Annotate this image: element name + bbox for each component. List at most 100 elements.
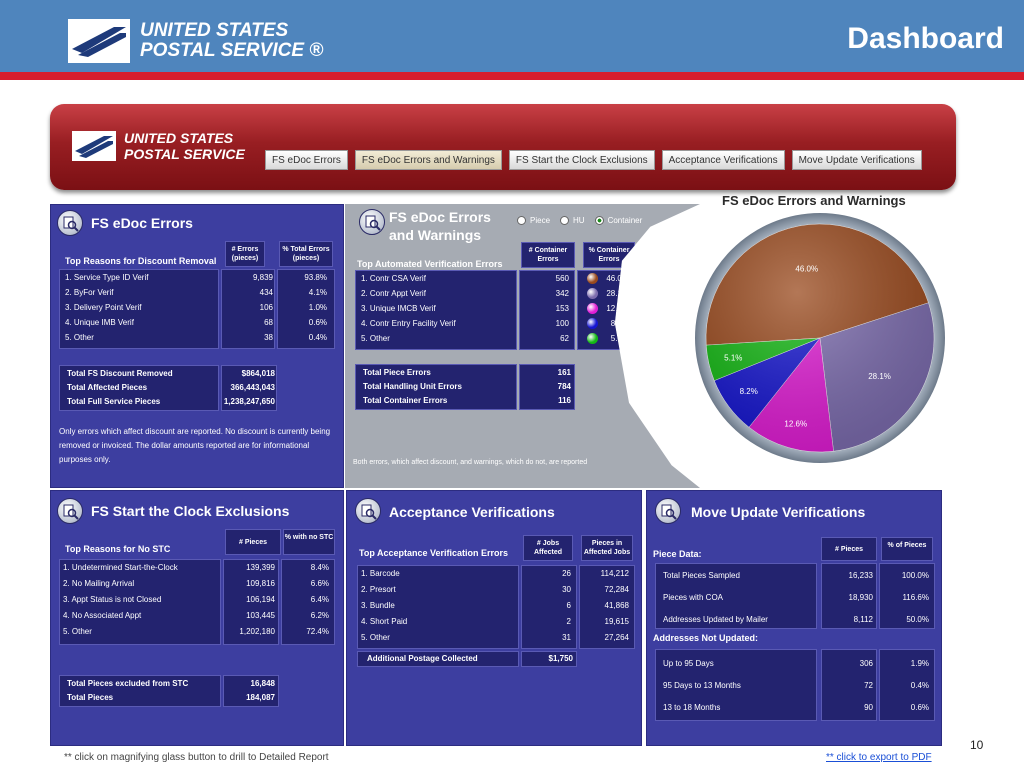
warning-row-value2: 28.1%	[606, 289, 629, 298]
pie-slice-label: 28.1%	[868, 372, 891, 381]
magnifier-icon	[365, 215, 381, 231]
tab-acceptance-verifications[interactable]: Acceptance Verifications	[661, 150, 785, 170]
magnifier-button[interactable]	[57, 210, 83, 236]
panel-title-line1: FS eDoc Errors	[389, 209, 491, 225]
total-value: 116	[558, 396, 571, 405]
col-header-pieces: Pieces in Affected Jobs	[581, 535, 633, 561]
total-value: 16,848	[250, 679, 275, 688]
total-label: Total Pieces excluded from STC	[67, 679, 189, 688]
stc-row-value2: 6.2%	[310, 611, 329, 620]
acceptance-row-label: 1. Barcode	[361, 569, 400, 578]
warning-row-value1: 560	[555, 274, 569, 283]
warning-row-label: 4. Contr Entry Facility Verif	[361, 319, 456, 328]
tab-start-clock-exclusions[interactable]: FS Start the Clock Exclusions	[508, 150, 655, 170]
stc-row-value1: 139,399	[246, 563, 275, 572]
pie-chart: 46.0% 28.1% 12.6% 8.2% 5.1%	[695, 213, 945, 463]
acceptance-row-label: 2. Presort	[361, 585, 396, 594]
panel-title-line2: and Warnings	[389, 227, 482, 243]
error-row-value1: 434	[259, 288, 273, 297]
panel-subtitle: Top Reasons for No STC	[65, 544, 171, 554]
total-label: Total FS Discount Removed	[67, 369, 173, 378]
not-updated-row-value2: 0.4%	[910, 681, 929, 690]
radio-hu-label: HU	[573, 216, 585, 225]
acceptance-row-value2: 72,284	[604, 585, 629, 594]
total-value: 1,238,247,650	[223, 397, 275, 406]
panel-title: Move Update Verifications	[691, 504, 866, 520]
magnifier-icon	[63, 504, 79, 520]
slide: UNITED STATES POSTAL SERVICE ® Dashboard…	[0, 0, 1024, 768]
error-row-value1: 38	[264, 333, 273, 342]
warning-row-label: 3. Unique IMCB Verif	[361, 304, 436, 313]
move-update-panel: Move Update Verifications Piece Data: # …	[646, 490, 942, 746]
acceptance-row-value1: 26	[562, 569, 571, 578]
radio-hu[interactable]: HU	[560, 216, 585, 226]
not-updated-row-value2: 0.6%	[910, 703, 929, 712]
not-updated-row-label: 13 to 18 Months	[663, 703, 721, 712]
tab-bar: FS eDoc Errors FS eDoc Errors and Warnin…	[265, 150, 922, 170]
nav-logo-line2: POSTAL SERVICE	[124, 146, 245, 162]
total-value: 366,443,043	[230, 383, 276, 392]
pie-slice-label: 8.2%	[740, 387, 758, 396]
postage-value: $1,750	[548, 654, 573, 663]
total-label: Total Pieces	[67, 693, 114, 702]
tab-fs-edoc-errors[interactable]: FS eDoc Errors	[265, 150, 348, 170]
pie-slice-label: 5.1%	[724, 354, 742, 363]
stc-row-value2: 6.6%	[310, 579, 329, 588]
stc-exclusions-panel: FS Start the Clock Exclusions Top Reason…	[50, 490, 344, 746]
piece-data-row-value1: 8,112	[853, 615, 873, 624]
col-header-pieces: # Pieces	[225, 529, 281, 555]
col-header-jobs: # Jobs Affected	[523, 535, 573, 561]
acceptance-row-label: 4. Short Paid	[361, 617, 408, 626]
total-label: Total Affected Pieces	[67, 383, 148, 392]
error-row-label: 1. Service Type ID Verif	[65, 273, 149, 282]
nav-logo-line1: UNITED STATES	[124, 130, 234, 146]
magnifier-button[interactable]	[359, 209, 385, 235]
view-radio-group: Piece HU Container	[517, 216, 642, 226]
total-value: $864,018	[241, 369, 275, 378]
col-header-pct: % with no STC	[283, 529, 335, 555]
total-value: 161	[557, 368, 571, 377]
stc-row-label: 4. No Associated Appt	[63, 611, 142, 620]
warning-row-label: 1. Contr CSA Verif	[361, 274, 426, 283]
acceptance-row-value1: 31	[562, 633, 571, 642]
acceptance-row-value2: 41,868	[604, 601, 629, 610]
magnifier-icon	[361, 504, 377, 520]
logo-line2: POSTAL SERVICE ®	[140, 40, 324, 61]
col-header-pct: % of Pieces	[881, 537, 933, 561]
magnifier-button[interactable]	[655, 498, 681, 524]
radio-container[interactable]: Container	[594, 216, 642, 226]
error-row-label: 4. Unique IMB Verif	[65, 318, 134, 327]
warning-row-value1: 100	[555, 319, 569, 328]
warning-row-label: 2. Contr Appt Verif	[361, 289, 426, 298]
piece-data-row-label: Addresses Updated by Mailer	[663, 615, 768, 624]
panel-title: FS eDoc Errors	[91, 215, 193, 231]
postage-label: Additional Postage Collected	[367, 654, 478, 663]
radio-piece[interactable]: Piece	[517, 216, 550, 226]
not-updated-row-value2: 1.9%	[910, 659, 929, 668]
not-updated-label: Addresses Not Updated:	[653, 633, 759, 643]
col-header-pct: % Container Errors	[583, 242, 635, 268]
stc-row-value1: 103,445	[246, 611, 275, 620]
panel-subtitle: Top Acceptance Verification Errors	[359, 548, 509, 558]
warning-row-value1: 153	[555, 304, 569, 313]
acceptance-row-value2: 19,615	[604, 617, 629, 626]
piece-data-label: Piece Data:	[653, 549, 702, 559]
tab-fs-edoc-errors-warnings[interactable]: FS eDoc Errors and Warnings	[354, 150, 502, 170]
magnifier-button[interactable]	[57, 498, 83, 524]
panel-title: FS Start the Clock Exclusions	[91, 503, 290, 519]
stc-row-label: 5. Other	[63, 627, 92, 636]
stc-row-value1: 109,816	[246, 579, 275, 588]
panel-title: Acceptance Verifications	[389, 504, 555, 520]
acceptance-panel: Acceptance Verifications Top Acceptance …	[346, 490, 642, 746]
total-label: Total Full Service Pieces	[67, 397, 161, 406]
error-row-value1: 9,839	[252, 273, 273, 282]
stc-row-label: 3. Appt Status is not Closed	[63, 595, 162, 604]
warning-row-value2: 12.6%	[606, 304, 629, 313]
error-row-value2: 1.0%	[308, 303, 327, 312]
magnifier-button[interactable]	[355, 498, 381, 524]
tab-move-update-verifications[interactable]: Move Update Verifications	[791, 150, 922, 170]
acceptance-row-value2: 114,212	[600, 569, 629, 578]
total-label: Total Piece Errors	[363, 368, 431, 377]
export-pdf-link[interactable]: ** click to export to PDF	[826, 752, 932, 763]
warning-row-value1: 342	[555, 289, 569, 298]
